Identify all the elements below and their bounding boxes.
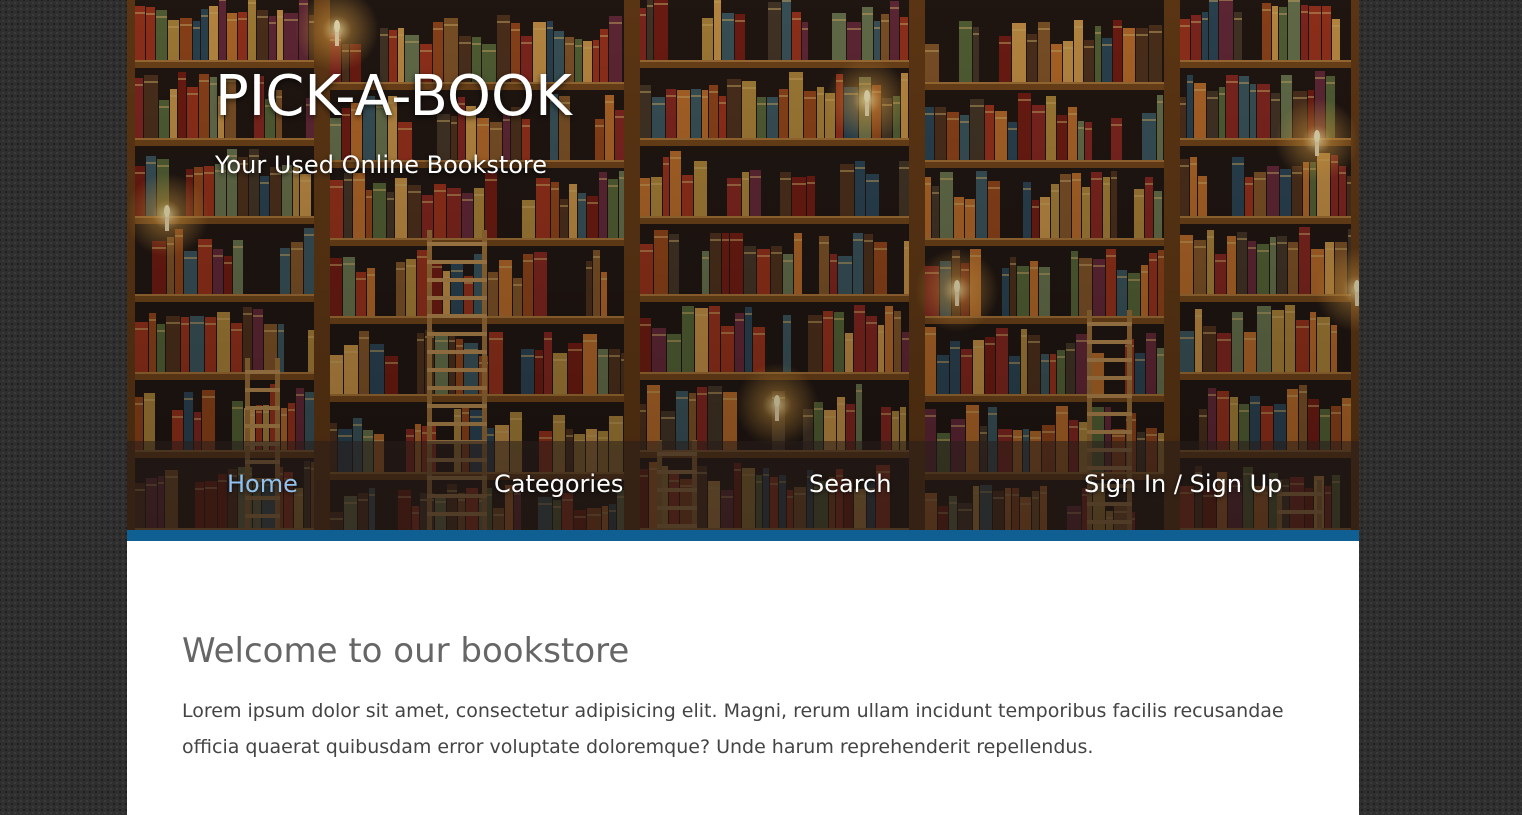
page-container: PICK-A-BOOK Your Used Online Bookstore H… [127, 0, 1359, 815]
nav-item-search[interactable]: Search [809, 467, 891, 501]
header-accent-bar [127, 530, 1359, 541]
site-title[interactable]: PICK-A-BOOK [215, 62, 572, 132]
welcome-paragraph: Lorem ipsum dolor sit amet, consectetur … [182, 700, 1284, 758]
nav-item-sign-in-sign-up[interactable]: Sign In / Sign Up [1084, 467, 1282, 501]
main-navigation: Home Categories Search Sign In / Sign Up [127, 441, 1359, 530]
site-header: PICK-A-BOOK Your Used Online Bookstore H… [127, 0, 1359, 530]
main-content: Welcome to our bookstore Lorem ipsum dol… [127, 541, 1359, 765]
welcome-heading: Welcome to our bookstore [182, 631, 630, 671]
header-branding: PICK-A-BOOK Your Used Online Bookstore [215, 62, 572, 180]
nav-item-home[interactable]: Home [227, 467, 298, 501]
site-tagline: Your Used Online Bookstore [215, 151, 548, 179]
nav-item-categories[interactable]: Categories [494, 467, 623, 501]
